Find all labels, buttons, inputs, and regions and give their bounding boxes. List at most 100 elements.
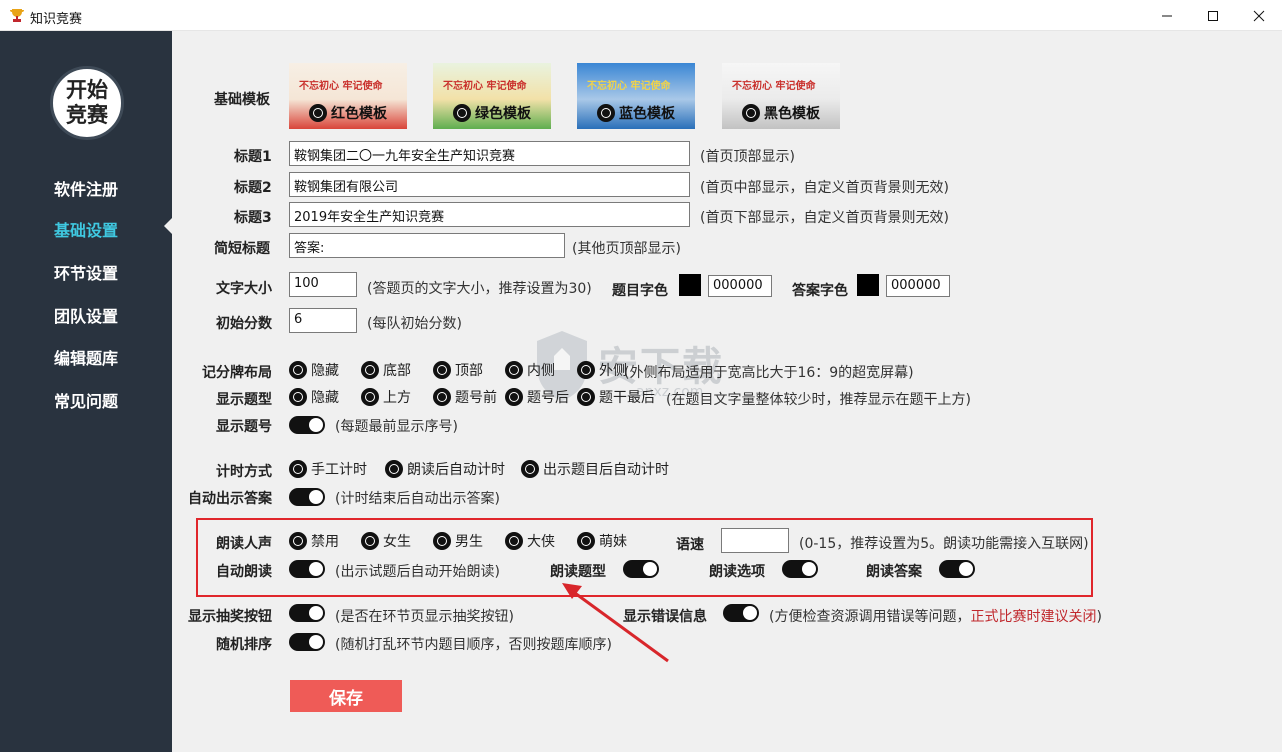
answer-color-swatch[interactable] <box>857 274 879 296</box>
settings-panel: 安下载 anxz.com 基础模板 不忘初心 牢记使命 红色模板 不忘初心 牢记… <box>172 31 1282 752</box>
radio-icon <box>505 532 523 550</box>
radio-label: 顶部 <box>455 363 483 379</box>
radio-icon <box>289 532 307 550</box>
question-type-option-before-number[interactable]: 题号前 <box>433 387 497 407</box>
auto-read-toggle[interactable] <box>289 560 325 578</box>
question-type-option-above[interactable]: 上方 <box>361 387 411 407</box>
timing-option-after-showing[interactable]: 出示题目后自动计时 <box>521 459 669 479</box>
short-title-input[interactable]: 答案: <box>289 233 565 258</box>
sidebar-item-registration[interactable]: 软件注册 <box>54 176 118 200</box>
sidebar-item-section-settings[interactable]: 环节设置 <box>54 260 118 284</box>
answer-color-input[interactable]: 000000 <box>886 275 950 297</box>
question-type-option-after-number[interactable]: 题号后 <box>505 387 569 407</box>
question-color-swatch[interactable] <box>679 274 701 296</box>
speed-label: 语速 <box>676 537 704 553</box>
errors-toggle[interactable] <box>723 604 759 622</box>
template-red[interactable]: 不忘初心 牢记使命 红色模板 <box>289 63 407 129</box>
sidebar-item-question-bank[interactable]: 编辑题库 <box>54 345 118 369</box>
radio-selected-icon <box>597 104 615 122</box>
radio-icon <box>361 532 379 550</box>
template-green[interactable]: 不忘初心 牢记使命 绿色模板 <box>433 63 551 129</box>
errors-hint-end: ) <box>1096 609 1102 625</box>
voice-option-disabled[interactable]: 禁用 <box>289 531 339 551</box>
title3-label: 标题3 <box>234 210 272 226</box>
auto-read-hint: (出示试题后自动开始朗读) <box>335 564 500 580</box>
title1-input[interactable]: 鞍钢集团二〇一九年安全生产知识竞赛 <box>289 141 690 166</box>
title1-label: 标题1 <box>234 149 272 165</box>
question-color-input[interactable]: 000000 <box>708 275 772 297</box>
sidebar-item-faq[interactable]: 常见问题 <box>54 388 118 412</box>
radio-label: 题号前 <box>455 390 497 406</box>
radio-icon <box>433 388 451 406</box>
question-type-option-hidden[interactable]: 隐藏 <box>289 387 339 407</box>
minimize-icon <box>1162 15 1172 16</box>
timing-option-after-reading[interactable]: 朗读后自动计时 <box>385 459 505 479</box>
question-color-label: 题目字色 <box>612 283 668 299</box>
radio-icon <box>577 388 595 406</box>
read-answer-toggle[interactable] <box>939 560 975 578</box>
scoreboard-hint: (外侧布局适用于宽高比大于16：9的超宽屏幕) <box>624 365 914 381</box>
auto-answer-toggle[interactable] <box>289 488 325 506</box>
auto-answer-label: 自动出示答案 <box>188 491 272 507</box>
initial-score-hint: (每队初始分数) <box>367 316 462 332</box>
read-options-label: 朗读选项 <box>709 564 765 580</box>
template-blue-radio[interactable]: 蓝色模板 <box>597 103 675 123</box>
template-green-radio[interactable]: 绿色模板 <box>453 103 531 123</box>
scoreboard-option-outer[interactable]: 外侧 <box>577 360 627 380</box>
template-black[interactable]: 不忘初心 牢记使命 黑色模板 <box>722 63 840 129</box>
voice-option-male[interactable]: 男生 <box>433 531 483 551</box>
title2-input[interactable]: 鞍钢集团有限公司 <box>289 172 690 197</box>
question-number-toggle[interactable] <box>289 416 325 434</box>
shuffle-toggle[interactable] <box>289 633 325 651</box>
answer-color-label: 答案字色 <box>792 283 848 299</box>
scoreboard-option-hidden[interactable]: 隐藏 <box>289 360 339 380</box>
scoreboard-label: 记分牌布局 <box>202 365 272 381</box>
title3-input[interactable]: 2019年安全生产知识竞赛 <box>289 202 690 227</box>
template-black-radio[interactable]: 黑色模板 <box>742 103 820 123</box>
question-type-hint: (在题目文字量整体较少时，推荐显示在题干上方) <box>666 392 971 408</box>
lottery-toggle[interactable] <box>289 604 325 622</box>
voice-option-female[interactable]: 女生 <box>361 531 411 551</box>
title3-hint: (首页下部显示，自定义首页背景则无效) <box>700 210 949 226</box>
radio-icon <box>433 361 451 379</box>
sidebar: 开始竞赛 软件注册 基础设置 环节设置 团队设置 编辑题库 常见问题 <box>0 31 173 752</box>
radio-label: 萌妹 <box>599 534 627 550</box>
question-type-option-end[interactable]: 题干最后 <box>577 387 655 407</box>
errors-hint-warning: 正式比赛时建议关闭 <box>970 609 1097 625</box>
sidebar-item-team-settings[interactable]: 团队设置 <box>54 303 118 327</box>
close-button[interactable] <box>1236 0 1282 31</box>
window-title: 知识竞赛 <box>30 12 83 27</box>
sidebar-item-basic-settings[interactable]: 基础设置 <box>54 217 118 241</box>
voice-option-cute[interactable]: 萌妹 <box>577 531 627 551</box>
radio-icon <box>433 532 451 550</box>
scoreboard-option-bottom[interactable]: 底部 <box>361 360 411 380</box>
font-size-input[interactable]: 100 <box>289 272 357 297</box>
template-blue[interactable]: 不忘初心 牢记使命 蓝色模板 <box>577 63 695 129</box>
title1-hint: (首页顶部显示) <box>700 149 795 165</box>
maximize-button[interactable] <box>1190 0 1236 31</box>
voice-option-hero[interactable]: 大侠 <box>505 531 555 551</box>
template-red-banner-text: 不忘初心 牢记使命 <box>299 81 383 92</box>
read-options-toggle[interactable] <box>782 560 818 578</box>
scoreboard-option-top[interactable]: 顶部 <box>433 360 483 380</box>
template-red-radio[interactable]: 红色模板 <box>309 103 387 123</box>
template-green-label: 绿色模板 <box>475 106 531 122</box>
radio-label: 男生 <box>455 534 483 550</box>
radio-selected-icon <box>453 104 471 122</box>
template-blue-label: 蓝色模板 <box>619 106 675 122</box>
speed-input[interactable] <box>721 528 789 553</box>
trophy-icon <box>9 7 25 23</box>
maximize-icon <box>1208 10 1218 21</box>
title2-hint: (首页中部显示，自定义首页背景则无效) <box>700 180 949 196</box>
radio-icon <box>505 388 523 406</box>
initial-score-label: 初始分数 <box>216 316 272 332</box>
template-label: 基础模板 <box>214 92 270 108</box>
save-button[interactable]: 保存 <box>290 680 402 712</box>
window-titlebar: 知识竞赛 <box>0 0 1282 31</box>
timing-option-manual[interactable]: 手工计时 <box>289 459 367 479</box>
initial-score-input[interactable]: 6 <box>289 308 357 333</box>
minimize-button[interactable] <box>1144 0 1190 31</box>
radio-selected-icon <box>742 104 760 122</box>
start-contest-button[interactable]: 开始竞赛 <box>50 66 124 140</box>
scoreboard-option-inner[interactable]: 内侧 <box>505 360 555 380</box>
